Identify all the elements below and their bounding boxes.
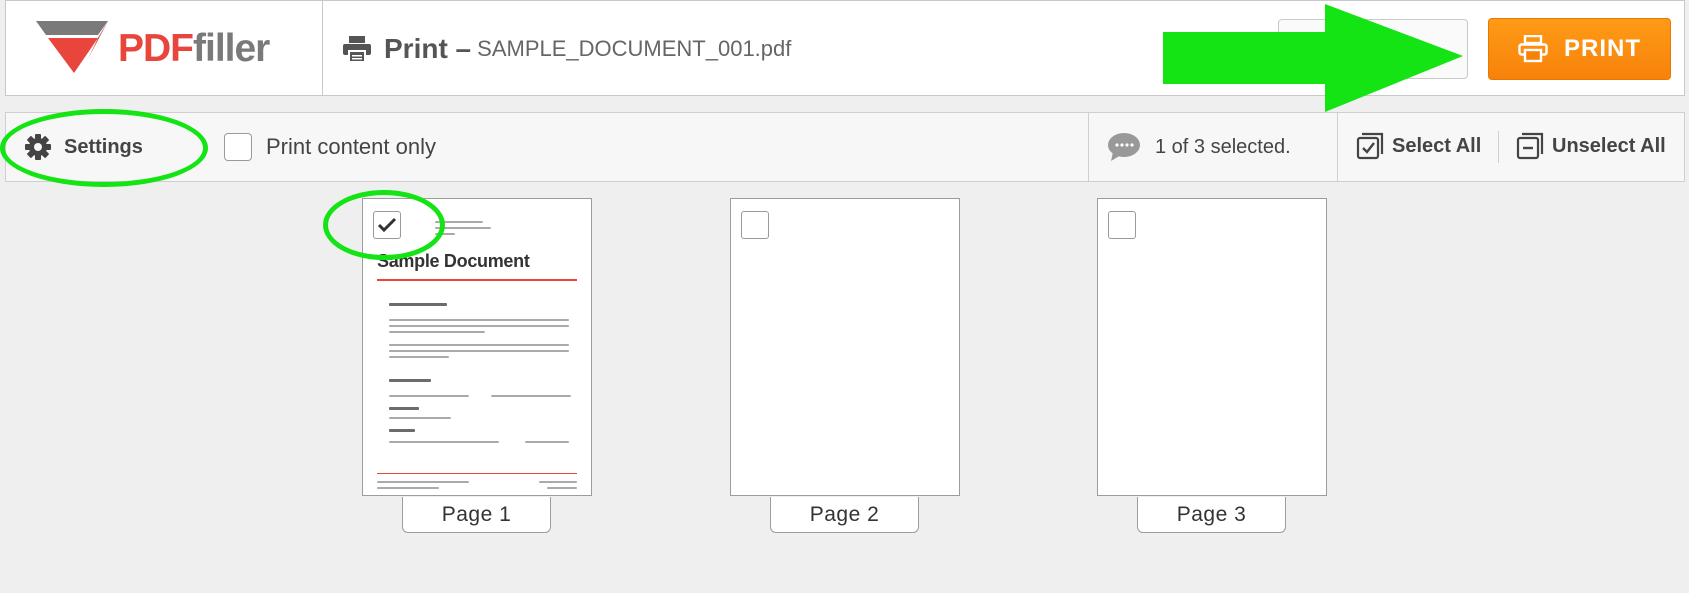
page-checkbox[interactable] <box>1108 211 1136 239</box>
select-all-icon <box>1356 132 1384 160</box>
preview-line <box>389 429 415 432</box>
settings-highlight-annotation <box>0 109 208 187</box>
print-button-label: PRINT <box>1564 35 1641 62</box>
select-all-button[interactable]: Select All <box>1356 132 1481 160</box>
page-label: Page 1 <box>402 497 551 533</box>
preview-line <box>377 481 469 483</box>
logo-text: PDFfiller <box>118 27 270 71</box>
title-print-label: Print – <box>384 33 472 64</box>
preview-line <box>491 395 571 397</box>
print-dialog: PDFfiller Print – SAMPLE_DOCUMENT_001.pd… <box>0 0 1689 593</box>
preview-line <box>525 441 569 443</box>
page-title: Print – SAMPLE_DOCUMENT_001.pdf <box>342 33 791 65</box>
preview-line <box>389 303 447 306</box>
page-thumbnail[interactable] <box>1097 198 1327 496</box>
page-checkbox[interactable] <box>741 211 769 239</box>
unselect-all-button[interactable]: Unselect All <box>1516 132 1666 160</box>
preview-line <box>389 331 485 333</box>
checkbox-highlight-annotation <box>323 190 445 260</box>
toolbar: Settings Print content only 1 of 3 selec… <box>0 109 1685 187</box>
print-button[interactable]: PRINT <box>1488 18 1671 80</box>
logo-pdf-text: PDF <box>118 27 194 70</box>
print-content-only[interactable]: Print content only <box>224 133 436 161</box>
preview-line <box>389 417 451 419</box>
divider <box>1498 131 1499 163</box>
page-thumbnail[interactable] <box>730 198 960 496</box>
preview-line <box>389 325 569 327</box>
selection-controls: Select All Unselect All <box>1337 113 1684 181</box>
green-arrow-annotation <box>1163 4 1463 112</box>
preview-line <box>389 344 569 346</box>
unselect-all-label: Unselect All <box>1552 134 1666 157</box>
preview-line <box>389 395 469 397</box>
printer-icon <box>1518 35 1548 63</box>
preview-line <box>389 379 431 382</box>
preview-line <box>547 487 577 489</box>
selection-status-text: 1 of 3 selected. <box>1155 135 1291 158</box>
preview-line <box>539 481 577 483</box>
preview-line <box>389 319 569 321</box>
comment-icon <box>1108 133 1140 161</box>
page-label: Page 2 <box>770 497 919 533</box>
select-all-label: Select All <box>1392 134 1482 157</box>
page-label: Page 3 <box>1137 497 1286 533</box>
preview-line <box>389 350 569 352</box>
unselect-all-icon <box>1516 132 1544 160</box>
preview-line <box>389 441 499 443</box>
logo: PDFfiller <box>6 1 323 95</box>
logo-filler-text: filler <box>193 27 270 70</box>
file-name: SAMPLE_DOCUMENT_001.pdf <box>477 36 792 61</box>
selection-status: 1 of 3 selected. <box>1088 113 1338 181</box>
preview-line <box>389 356 449 358</box>
printer-icon <box>343 36 371 63</box>
pdffiller-logo-icon <box>36 21 108 73</box>
preview-rule <box>377 279 577 281</box>
print-content-only-label: Print content only <box>266 134 436 159</box>
preview-line <box>389 407 419 410</box>
preview-rule <box>377 473 577 474</box>
preview-line <box>377 487 439 489</box>
print-content-only-checkbox[interactable] <box>224 133 252 161</box>
